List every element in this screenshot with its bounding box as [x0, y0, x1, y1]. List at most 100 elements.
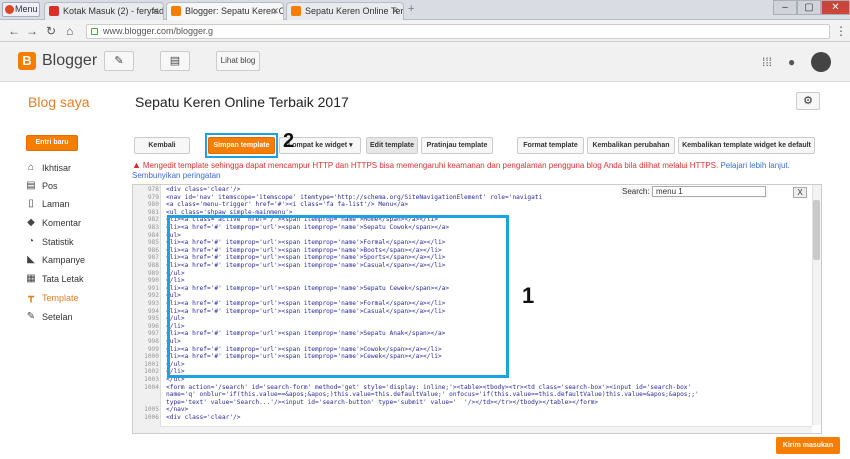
- comments-icon: ◆: [27, 217, 35, 228]
- posts-list-icon[interactable]: ▤: [160, 51, 190, 71]
- line-number: 992: [147, 292, 159, 300]
- apps-grid-icon[interactable]: ⁞⁞⁞: [762, 55, 772, 69]
- http-warning: ▲ Mengedit template sehingga dapat mencam…: [132, 160, 790, 180]
- maximize-icon[interactable]: ▢: [797, 0, 821, 15]
- url-field[interactable]: www.blogger.com/blogger.g: [86, 24, 830, 39]
- browser-menu-button[interactable]: Menu: [2, 2, 40, 17]
- sidebar-item-template[interactable]: ┳ Template: [26, 290, 79, 306]
- app-name: Blogger: [42, 52, 98, 69]
- learn-more-link[interactable]: Pelajari lebih lanjut.: [720, 161, 789, 170]
- code-line[interactable]: <form action='/search' id='search-form' …: [166, 384, 816, 392]
- line-number: 988: [147, 262, 159, 269]
- new-tab-icon[interactable]: +: [408, 3, 414, 15]
- preview-template-button[interactable]: Pratinjau template: [421, 137, 493, 154]
- annotation-number-1: 1: [522, 283, 535, 308]
- tab-blog-preview[interactable]: Sepatu Keren Online Terba ✕: [286, 2, 404, 20]
- line-number: 978: [147, 186, 159, 193]
- tab-gmail[interactable]: Kotak Masuk (2) - feryfadil ✕: [44, 2, 164, 20]
- format-template-button[interactable]: Format template: [517, 137, 584, 154]
- line-number: 996: [147, 322, 159, 330]
- edit-template-button[interactable]: Edit template: [366, 137, 418, 154]
- line-number: 984: [147, 231, 159, 239]
- posts-icon: ▤: [26, 180, 36, 191]
- line-number: 995: [147, 315, 159, 323]
- line-number: 985: [147, 239, 159, 247]
- revert-changes-button[interactable]: Kembalikan perubahan: [587, 137, 675, 154]
- line-number: 994: [147, 307, 159, 315]
- home-icon: ⌂: [27, 162, 35, 173]
- code-line[interactable]: name='q' onblur='if(this.value==&apos;&a…: [166, 391, 816, 399]
- campaign-icon: ◣: [27, 254, 35, 265]
- sidebar-item-statistik[interactable]: ◔ Statistik: [26, 234, 74, 250]
- close-search-button[interactable]: X: [793, 187, 807, 198]
- wrench-icon: ✎: [26, 311, 36, 322]
- sidebar-item-setelan[interactable]: ✎ Setelan: [26, 309, 73, 325]
- close-tab-icon[interactable]: ✕: [151, 3, 159, 19]
- code-line[interactable]: <a class='menu-trigger' href='#'><i clas…: [166, 201, 816, 209]
- annotation-box-menu-code: [167, 215, 509, 378]
- sidebar-item-ikhtisar[interactable]: ⌂ Ikhtisar: [26, 160, 71, 176]
- close-tab-icon[interactable]: ✕: [391, 3, 399, 19]
- line-number: 1005: [144, 406, 159, 414]
- back-arrow-icon[interactable]: ←: [8, 24, 20, 38]
- revert-widget-templates-button[interactable]: Kembalikan template widget ke default: [678, 137, 815, 154]
- minimize-icon[interactable]: –: [773, 0, 797, 15]
- line-number: 982: [147, 216, 159, 224]
- home-icon[interactable]: ⌂: [66, 24, 73, 38]
- line-number: 999: [147, 345, 159, 353]
- avatar[interactable]: [811, 52, 831, 72]
- line-number: 998: [147, 338, 159, 345]
- stats-icon: ◔: [27, 236, 35, 247]
- tab-blogger-editor[interactable]: Blogger: Sepatu Keren Onl ✕: [166, 2, 284, 20]
- scrollbar-thumb[interactable]: [813, 200, 820, 260]
- line-number: 989: [147, 269, 159, 277]
- lock-icon: [91, 28, 98, 35]
- forward-arrow-icon[interactable]: →: [26, 24, 38, 38]
- close-window-icon[interactable]: ✕: [821, 0, 850, 15]
- gear-icon[interactable]: ⚙: [796, 92, 820, 110]
- line-number: 979: [147, 193, 159, 201]
- horizontal-scrollbar[interactable]: [160, 426, 812, 433]
- page-section-title[interactable]: Blog saya: [28, 94, 89, 110]
- line-number: 1006: [144, 414, 159, 421]
- blogger-logo-icon[interactable]: B: [18, 52, 36, 70]
- notifications-icon[interactable]: ●: [788, 55, 795, 69]
- line-number: 991: [147, 284, 159, 292]
- new-post-button[interactable]: Entri baru: [26, 135, 78, 151]
- line-number: 1002: [144, 368, 159, 376]
- pages-icon: ▯: [28, 198, 34, 209]
- hide-warning-link[interactable]: Sembunyikan peringatan: [132, 171, 221, 180]
- layout-icon: ▦: [26, 273, 36, 284]
- sidebar-item-kampanye[interactable]: ◣ Kampanye: [26, 252, 85, 268]
- search-input[interactable]: menu 1: [652, 186, 766, 197]
- line-number: 987: [147, 254, 159, 262]
- code-line[interactable]: <div class='clear'/>: [166, 414, 816, 422]
- sidebar-item-laman[interactable]: ▯ Laman: [26, 196, 69, 212]
- line-number: 1001: [144, 360, 159, 368]
- blogger-favicon-icon: [171, 6, 181, 16]
- line-number: 983: [147, 224, 159, 231]
- browser-menu-icon[interactable]: ⋮: [835, 24, 847, 38]
- blogger-favicon-icon: [291, 6, 301, 16]
- new-post-pencil-icon[interactable]: ✎: [104, 51, 134, 71]
- reload-icon[interactable]: ↻: [46, 24, 56, 38]
- sidebar-item-tata-letak[interactable]: ▦ Tata Letak: [26, 271, 83, 287]
- sidebar-item-komentar[interactable]: ◆ Komentar: [26, 215, 81, 231]
- back-button[interactable]: Kembali: [134, 137, 190, 154]
- line-number: 981: [147, 208, 159, 216]
- line-number: 990: [147, 277, 159, 285]
- view-blog-button[interactable]: Lihat blog: [216, 51, 260, 71]
- code-line[interactable]: </nav>: [166, 406, 816, 414]
- gmail-icon: [49, 6, 59, 16]
- template-icon: ┳: [27, 292, 35, 303]
- annotation-number-2: 2: [283, 130, 295, 152]
- line-number: 1004: [144, 383, 159, 391]
- close-tab-icon[interactable]: ✕: [271, 3, 279, 19]
- code-line[interactable]: type='text' value='Search...'/><input id…: [166, 399, 816, 407]
- warning-icon: ▲: [132, 160, 141, 170]
- line-number: 1003: [144, 376, 159, 383]
- opera-logo-icon: [5, 5, 14, 14]
- send-feedback-button[interactable]: Kirim masukan: [776, 437, 840, 454]
- line-number: 980: [147, 201, 159, 209]
- sidebar-item-pos[interactable]: ▤ Pos: [26, 178, 57, 194]
